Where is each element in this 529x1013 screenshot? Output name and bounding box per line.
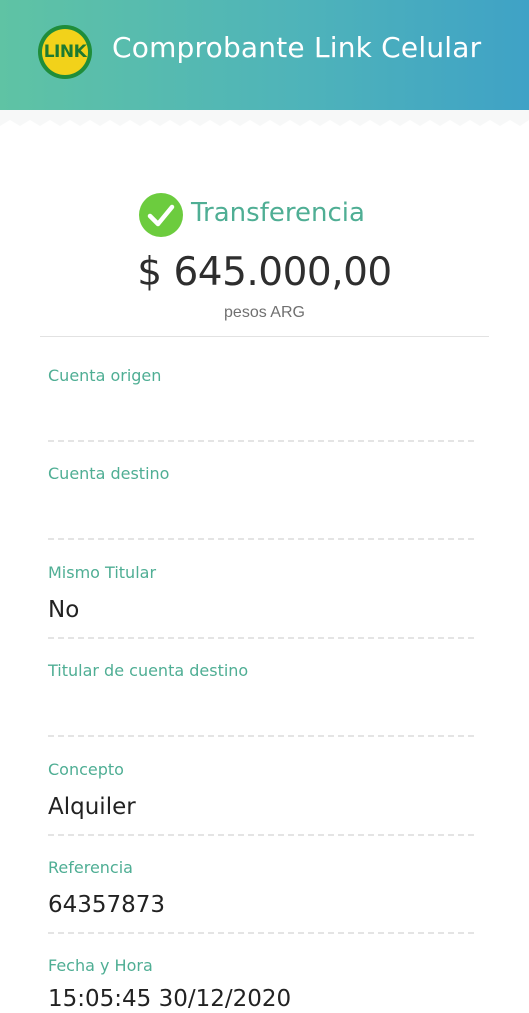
check-circle-icon: [139, 193, 183, 237]
app-header: LINK Comprobante Link Celular: [0, 0, 529, 110]
dashed-divider: [48, 538, 474, 540]
dashed-divider: [48, 440, 474, 442]
field-value: No: [48, 597, 80, 623]
link-logo-icon: LINK: [38, 25, 92, 79]
field-label: Referencia: [48, 858, 133, 877]
field-label: Fecha y Hora: [48, 956, 153, 975]
field-label: Titular de cuenta destino: [48, 661, 249, 680]
field-value: 15:05:45 30/12/2020: [48, 986, 292, 1012]
transaction-type: Transferencia: [191, 198, 365, 228]
link-logo-text: LINK: [42, 29, 88, 75]
dashed-divider: [48, 735, 474, 737]
dashed-divider: [48, 637, 474, 639]
field-label: Cuenta destino: [48, 464, 170, 483]
field-value: Alquiler: [48, 794, 136, 820]
field-label: Concepto: [48, 760, 124, 779]
currency-label: pesos ARG: [224, 304, 305, 321]
field-value: 64357873: [48, 892, 166, 918]
transaction-amount: $ 645.000,00: [137, 250, 392, 295]
field-label: Cuenta origen: [48, 366, 162, 385]
field-label: Mismo Titular: [48, 563, 157, 582]
divider: [40, 336, 489, 337]
page-title: Comprobante Link Celular: [112, 31, 482, 64]
dashed-divider: [48, 932, 474, 934]
dashed-divider: [48, 834, 474, 836]
